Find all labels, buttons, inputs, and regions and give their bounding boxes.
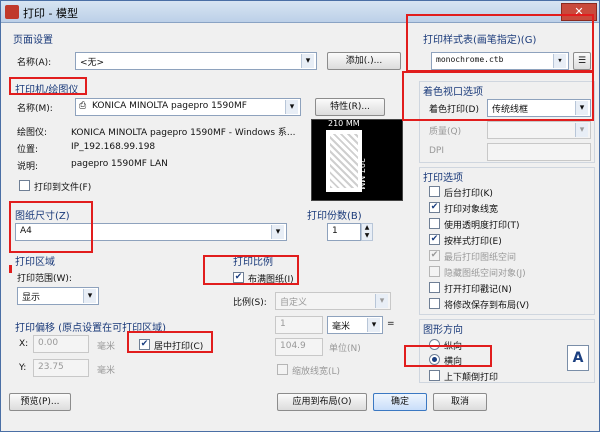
copies-spinner[interactable]: ▲ ▼ bbox=[361, 223, 373, 241]
plot-area-group-label: 打印区域 bbox=[15, 257, 55, 268]
offset-x-input[interactable]: 0.00 bbox=[33, 335, 89, 353]
plot-option-label: 最后打印图纸空间 bbox=[444, 253, 517, 263]
scale-unit-label: 单位(N) bbox=[329, 344, 361, 354]
cancel-button[interactable]: 取消 bbox=[433, 393, 487, 411]
window-title: 打印 - 模型 bbox=[23, 7, 78, 20]
orientation-preview-icon: A bbox=[567, 345, 589, 371]
printer-properties-button[interactable]: 特性(R)... bbox=[315, 98, 385, 116]
plot-option-checkbox[interactable] bbox=[429, 298, 440, 309]
copies-input[interactable]: 1 bbox=[327, 223, 361, 241]
plotter-value: KONICA MINOLTA pagepro 1590MF - Windows … bbox=[71, 128, 296, 138]
plot-option-label: 使用透明度打印(T) bbox=[444, 221, 520, 231]
plot-option-checkbox[interactable] bbox=[429, 250, 440, 261]
plot-option-label: 隐藏图纸空间对象(J) bbox=[444, 269, 526, 279]
offset-y-input[interactable]: 23.75 bbox=[33, 359, 89, 377]
scale-unit-select[interactable]: 毫米 bbox=[327, 316, 383, 334]
plot-option-label: 按样式打印(E) bbox=[444, 237, 502, 247]
apply-to-layout-button[interactable]: 应用到布局(O) bbox=[277, 393, 367, 411]
plot-option-label: 打开打印戳记(N) bbox=[444, 285, 512, 295]
copies-label: 打印份数(B) bbox=[307, 211, 362, 222]
highlight-shaded-viewport bbox=[402, 71, 594, 121]
location-label: 位置: bbox=[17, 145, 39, 155]
quality-label: 质量(Q) bbox=[429, 127, 462, 137]
printer-name-value: KONICA MINOLTA pagepro 1590MF bbox=[92, 101, 247, 111]
scale-lineweights-label: 缩放线宽(L) bbox=[292, 367, 341, 377]
page-setup-name-label: 名称(A): bbox=[17, 58, 52, 68]
plot-option-label: 将修改保存到布局(V) bbox=[444, 301, 530, 311]
printer-name-label: 名称(M): bbox=[17, 104, 53, 114]
print-to-file-checkbox[interactable] bbox=[19, 180, 30, 191]
plot-option-checkbox[interactable] bbox=[429, 234, 440, 245]
plot-range-select[interactable]: 显示 bbox=[17, 287, 99, 305]
plot-option-checkbox[interactable] bbox=[429, 186, 440, 197]
plot-option-checkbox[interactable] bbox=[429, 282, 440, 293]
description-label: 说明: bbox=[17, 162, 39, 172]
location-value: IP_192.168.99.198 bbox=[71, 142, 156, 152]
plot-range-label: 打印范围(W): bbox=[17, 274, 72, 284]
plot-option-label: 打印对象线宽 bbox=[444, 205, 499, 215]
quality-select[interactable] bbox=[487, 121, 591, 139]
offset-x-label: X: bbox=[19, 339, 29, 349]
highlight-fit-to-paper bbox=[203, 255, 299, 285]
scale-equals-sign: = bbox=[387, 319, 395, 329]
highlight-plot-area-marker bbox=[9, 265, 12, 273]
scale-lineweights-checkbox[interactable] bbox=[277, 364, 288, 375]
preview-button[interactable]: 预览(P)... bbox=[9, 393, 71, 411]
description-value: pagepro 1590MF LAN bbox=[71, 159, 168, 169]
print-dialog: 打印 - 模型 ✕ 页面设置 名称(A): <无> 添加(.)... 打印机/绘… bbox=[0, 0, 600, 432]
page-setup-group-label: 页面设置 bbox=[13, 35, 53, 46]
highlight-paper-size bbox=[9, 201, 93, 253]
plot-option-checkbox[interactable] bbox=[429, 218, 440, 229]
paper-preview: 210 MM 297 MM bbox=[311, 119, 403, 201]
offset-y-label: Y: bbox=[19, 363, 27, 373]
upside-down-label: 上下颠倒打印 bbox=[444, 373, 499, 383]
offset-y-unit: 毫米 bbox=[97, 366, 116, 376]
highlight-printer-label bbox=[9, 77, 87, 95]
print-to-file-label: 打印到文件(F) bbox=[34, 183, 92, 193]
plot-option-checkbox[interactable] bbox=[429, 266, 440, 277]
scale-value2-input[interactable]: 104.9 bbox=[275, 338, 323, 356]
printer-name-select[interactable]: ⎙ KONICA MINOLTA pagepro 1590MF bbox=[75, 98, 301, 116]
plot-options-group-label: 打印选项 bbox=[423, 173, 463, 184]
scale-label: 比例(S): bbox=[233, 298, 267, 308]
printer-icon: ⎙ bbox=[79, 101, 87, 111]
printable-area bbox=[330, 134, 358, 188]
orientation-group-label: 图形方向 bbox=[423, 325, 463, 336]
add-page-setup-button[interactable]: 添加(.)... bbox=[327, 52, 401, 70]
ok-button[interactable]: 确定 bbox=[373, 393, 427, 411]
upside-down-checkbox[interactable] bbox=[429, 370, 440, 381]
highlight-center-plot bbox=[127, 331, 213, 353]
scale-value1-input[interactable]: 1 bbox=[275, 316, 323, 334]
scale-select[interactable]: 自定义 bbox=[275, 292, 391, 310]
highlight-plot-style-table bbox=[406, 14, 594, 72]
page-setup-name-select[interactable]: <无> bbox=[75, 52, 317, 70]
offset-x-unit: 毫米 bbox=[97, 342, 116, 352]
autocad-app-icon bbox=[5, 5, 19, 19]
dpi-input[interactable] bbox=[487, 143, 591, 161]
plot-option-checkbox[interactable] bbox=[429, 202, 440, 213]
paper-height-label: 297 MM bbox=[357, 158, 366, 190]
paper-width-label: 210 MM bbox=[328, 119, 360, 128]
highlight-landscape bbox=[404, 345, 492, 367]
dpi-label: DPI bbox=[429, 146, 445, 156]
plotter-label: 绘图仪: bbox=[17, 128, 48, 138]
plot-option-label: 后台打印(K) bbox=[444, 189, 493, 199]
